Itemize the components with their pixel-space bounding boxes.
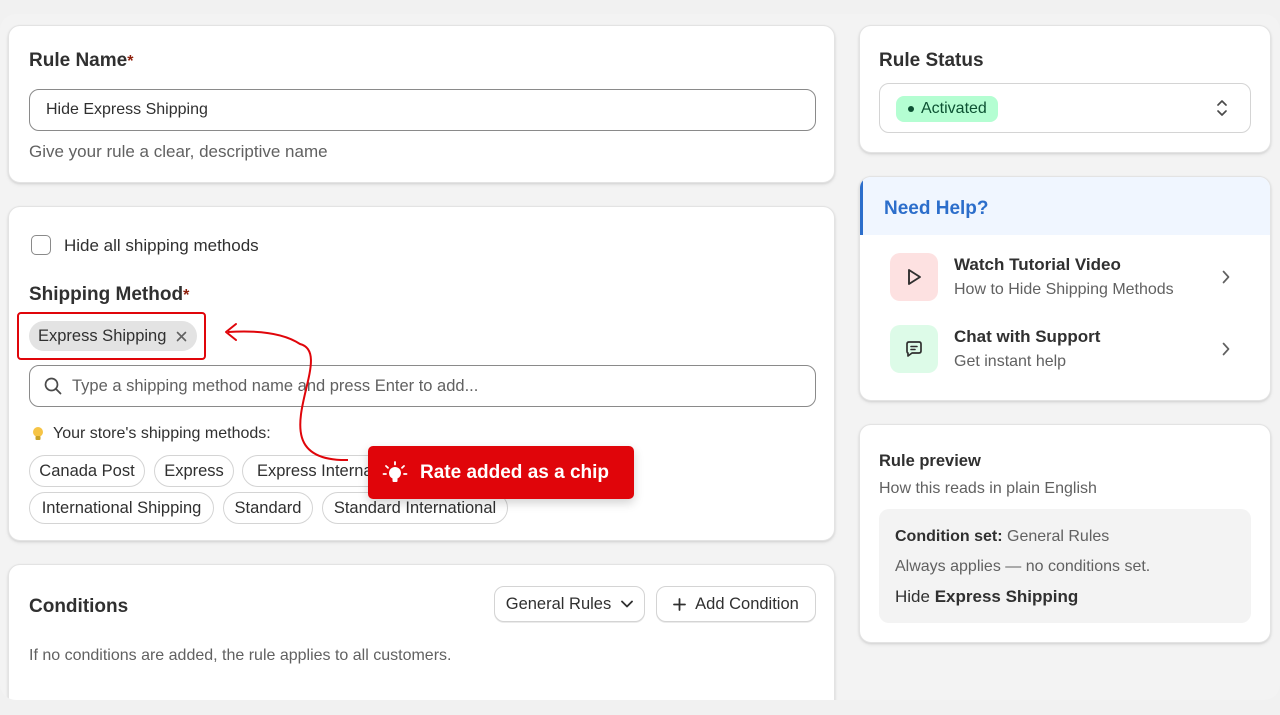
rule-name-label: Rule Name (29, 50, 128, 71)
chevron-right-icon (1222, 270, 1230, 284)
app-frame: Rule Name* Hide Express Shipping Give yo… (0, 14, 1280, 700)
watch-tutorial-text: Watch Tutorial Video How to Hide Shippin… (954, 255, 1222, 299)
shipping-method-label: Shipping Method (29, 284, 184, 305)
shipping-method-search-input[interactable]: Type a shipping method name and press En… (29, 365, 816, 407)
rule-name-input[interactable]: Hide Express Shipping (29, 89, 816, 131)
conditions-help: If no conditions are added, the rule app… (29, 647, 452, 664)
status-badge: Activated (896, 96, 998, 122)
condition-set-dropdown[interactable]: General Rules (494, 586, 645, 622)
chevron-down-icon (621, 600, 634, 608)
rule-preview-card: Rule preview How this reads in plain Eng… (859, 424, 1271, 643)
add-condition-button[interactable]: Add Condition (656, 586, 816, 622)
hide-target: Express Shipping (934, 587, 1079, 606)
condition-set-line: Condition set: General Rules (895, 528, 1109, 546)
play-icon (905, 267, 923, 287)
help-item-subtitle: How to Hide Shipping Methods (954, 281, 1174, 298)
help-item-title: Chat with Support (954, 327, 1101, 346)
need-help-title: Need Help? (884, 198, 989, 219)
hide-prefix: Hide (895, 587, 930, 606)
chip-label: Canada Post (39, 461, 135, 480)
hide-all-label[interactable]: Hide all shipping methods (64, 236, 259, 256)
required-mark: * (127, 53, 134, 70)
watch-tutorial-item[interactable]: Watch Tutorial Video How to Hide Shippin… (890, 251, 1250, 303)
rule-preview-title: Rule preview (879, 452, 981, 470)
plus-icon (673, 597, 687, 611)
lightbulb-icon (31, 426, 45, 442)
rule-status-card: Rule Status Activated (859, 25, 1271, 153)
store-method-chip[interactable]: Express (154, 455, 234, 487)
selected-method-chip: Express Shipping (29, 321, 198, 351)
required-mark: * (183, 287, 190, 304)
conditions-card: Conditions General Rules Add Condition I… (8, 564, 835, 700)
callout-text: Rate added as a chip (420, 461, 610, 483)
search-placeholder: Type a shipping method name and press En… (72, 376, 479, 395)
hide-statement: Hide Express Shipping (895, 587, 1078, 607)
hide-all-checkbox[interactable] (31, 235, 51, 255)
rule-name-value: Hide Express Shipping (46, 101, 208, 118)
chat-icon-tile (890, 325, 938, 373)
conditions-title: Conditions (29, 596, 129, 617)
help-item-subtitle: Get instant help (954, 353, 1067, 370)
help-item-title: Watch Tutorial Video (954, 255, 1121, 274)
store-method-chip[interactable]: Standard (223, 492, 313, 524)
need-help-header: Need Help? (860, 177, 1270, 235)
condition-set-label: Condition set: (895, 528, 1003, 545)
dropdown-label: General Rules (505, 594, 612, 613)
store-method-chip[interactable]: Canada Post (29, 455, 145, 487)
rule-preview-box: Condition set: General Rules Always appl… (879, 509, 1251, 623)
status-badge-label: Activated (921, 100, 987, 117)
chip-label: International Shipping (41, 498, 202, 517)
chat-icon (904, 339, 924, 359)
store-methods-heading: Your store's shipping methods: (31, 425, 271, 443)
search-icon (44, 377, 62, 395)
rule-status-select[interactable]: Activated (879, 83, 1251, 133)
rule-name-heading: Rule Name* (29, 50, 133, 72)
store-methods-label: Your store's shipping methods: (53, 425, 271, 442)
chat-support-item[interactable]: Chat with Support Get instant help (890, 323, 1250, 375)
rule-status-title: Rule Status (879, 50, 984, 71)
store-method-chip[interactable]: International Shipping (29, 492, 214, 524)
chip-label: Standard (234, 498, 302, 517)
always-applies-text: Always applies — no conditions set. (895, 558, 1151, 575)
rule-name-help: Give your rule a clear, descriptive name (29, 142, 328, 161)
play-icon-tile (890, 253, 938, 301)
select-arrows-icon (1216, 98, 1228, 118)
condition-set-value: General Rules (1007, 528, 1110, 545)
add-condition-label: Add Condition (695, 594, 799, 613)
annotation-callout: Rate added as a chip (368, 446, 634, 499)
status-dot-icon (908, 106, 914, 112)
lightbulb-icon (382, 460, 408, 486)
chip-label: Standard International (333, 498, 497, 517)
chat-support-text: Chat with Support Get instant help (954, 327, 1222, 371)
rule-preview-subtitle: How this reads in plain English (879, 480, 1097, 497)
remove-chip-icon[interactable] (176, 331, 187, 342)
rule-name-card: Rule Name* Hide Express Shipping Give yo… (8, 25, 835, 183)
chevron-right-icon (1222, 342, 1230, 356)
need-help-card: Need Help? Watch Tutorial Video How to H… (859, 176, 1271, 401)
shipping-method-heading: Shipping Method* (29, 284, 189, 306)
selected-chip-label: Express Shipping (38, 326, 167, 345)
chip-label: Express (164, 461, 224, 480)
